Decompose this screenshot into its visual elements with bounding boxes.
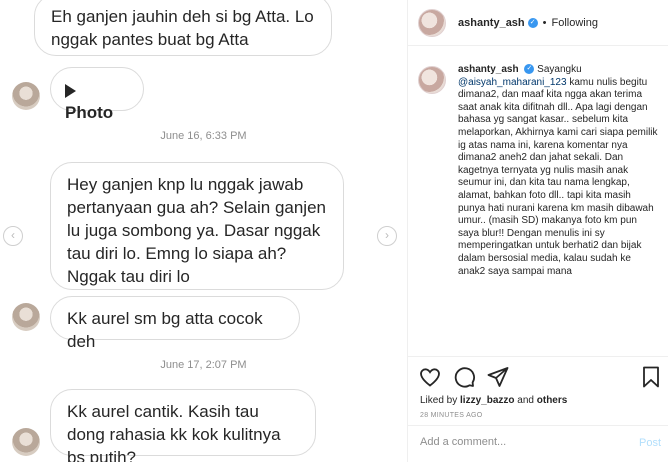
message-bubble: Eh ganjen jauhin deh si bg Atta. Lo ngga… — [34, 0, 332, 56]
message-bubble: Kk aurel cantik. Kasih tau dong rahasia … — [50, 389, 316, 462]
message-text: Eh ganjen jauhin deh si bg Atta. Lo ngga… — [51, 7, 314, 49]
likes-summary: Liked by lizzy_bazzo and others — [420, 395, 567, 406]
action-icons — [418, 365, 510, 389]
avatar — [12, 428, 40, 456]
caption-avatar[interactable] — [418, 66, 446, 94]
caption-mention[interactable]: @aisyah_maharani_123 — [458, 77, 567, 88]
chevron-right-icon[interactable]: › — [377, 226, 397, 246]
caption-body: kamu nulis begitu dimana2, dan maaf kita… — [458, 76, 658, 277]
verified-icon: ✓ — [527, 17, 538, 28]
play-icon — [65, 83, 76, 98]
post-button[interactable]: Post — [639, 437, 661, 449]
message-text: Kk aurel sm bg atta cocok deh — [67, 309, 263, 351]
likes-middle: and — [517, 395, 534, 406]
bookmark-icon[interactable] — [639, 365, 663, 389]
message-bubble: Hey ganjen knp lu nggak jawab pertanyaan… — [50, 162, 344, 290]
comments-panel[interactable]: ashanty_ash ✓ Sayangku @aisyah_maharani_… — [418, 64, 663, 356]
verified-icon: ✓ — [524, 64, 535, 75]
avatar — [12, 82, 40, 110]
share-icon[interactable] — [486, 365, 510, 389]
header-username[interactable]: ashanty_ash — [458, 17, 525, 29]
photo-label: Photo — [65, 103, 114, 122]
caption-text: ashanty_ash ✓ Sayangku @aisyah_maharani_… — [458, 64, 658, 278]
comment-icon[interactable] — [452, 365, 476, 389]
chevron-left-icon[interactable]: ‹ — [3, 226, 23, 246]
heart-icon[interactable] — [418, 365, 442, 389]
post-media: Eh ganjen jauhin deh si bg Atta. Lo ngga… — [0, 0, 407, 462]
message-bubble: Kk aurel sm bg atta cocok deh — [50, 296, 300, 351]
timestamp: June 17, 2:07 PM — [160, 359, 247, 371]
message-text: Hey ganjen knp lu nggak jawab pertanyaan… — [67, 175, 326, 286]
comment-bar: Post — [408, 425, 668, 462]
likes-user[interactable]: lizzy_bazzo — [460, 395, 514, 406]
avatar — [12, 303, 40, 331]
separator-dot: • — [542, 16, 547, 29]
caption: ashanty_ash ✓ Sayangku @aisyah_maharani_… — [418, 64, 663, 278]
post-timestamp[interactable]: 28 MINUTES AGO — [420, 412, 483, 419]
likes-others[interactable]: others — [537, 395, 568, 406]
post-header: ashanty_ash ✓ • Following — [408, 0, 668, 46]
message-text: Kk aurel cantik. Kasih tau dong rahasia … — [67, 402, 281, 462]
photo-message[interactable]: Photo — [50, 67, 144, 122]
post-sidebar: ashanty_ash ✓ • Following ashanty_ash ✓ … — [407, 0, 668, 462]
caption-username[interactable]: ashanty_ash — [458, 64, 519, 75]
action-bar: Liked by lizzy_bazzo and others 28 MINUT… — [408, 356, 668, 462]
comment-input[interactable] — [420, 436, 620, 448]
likes-prefix: Liked by — [420, 395, 458, 406]
timestamp: June 16, 6:33 PM — [160, 130, 247, 142]
caption-lead: Sayangku — [537, 64, 582, 75]
profile-avatar[interactable] — [418, 8, 446, 37]
following-button[interactable]: Following — [552, 17, 598, 29]
